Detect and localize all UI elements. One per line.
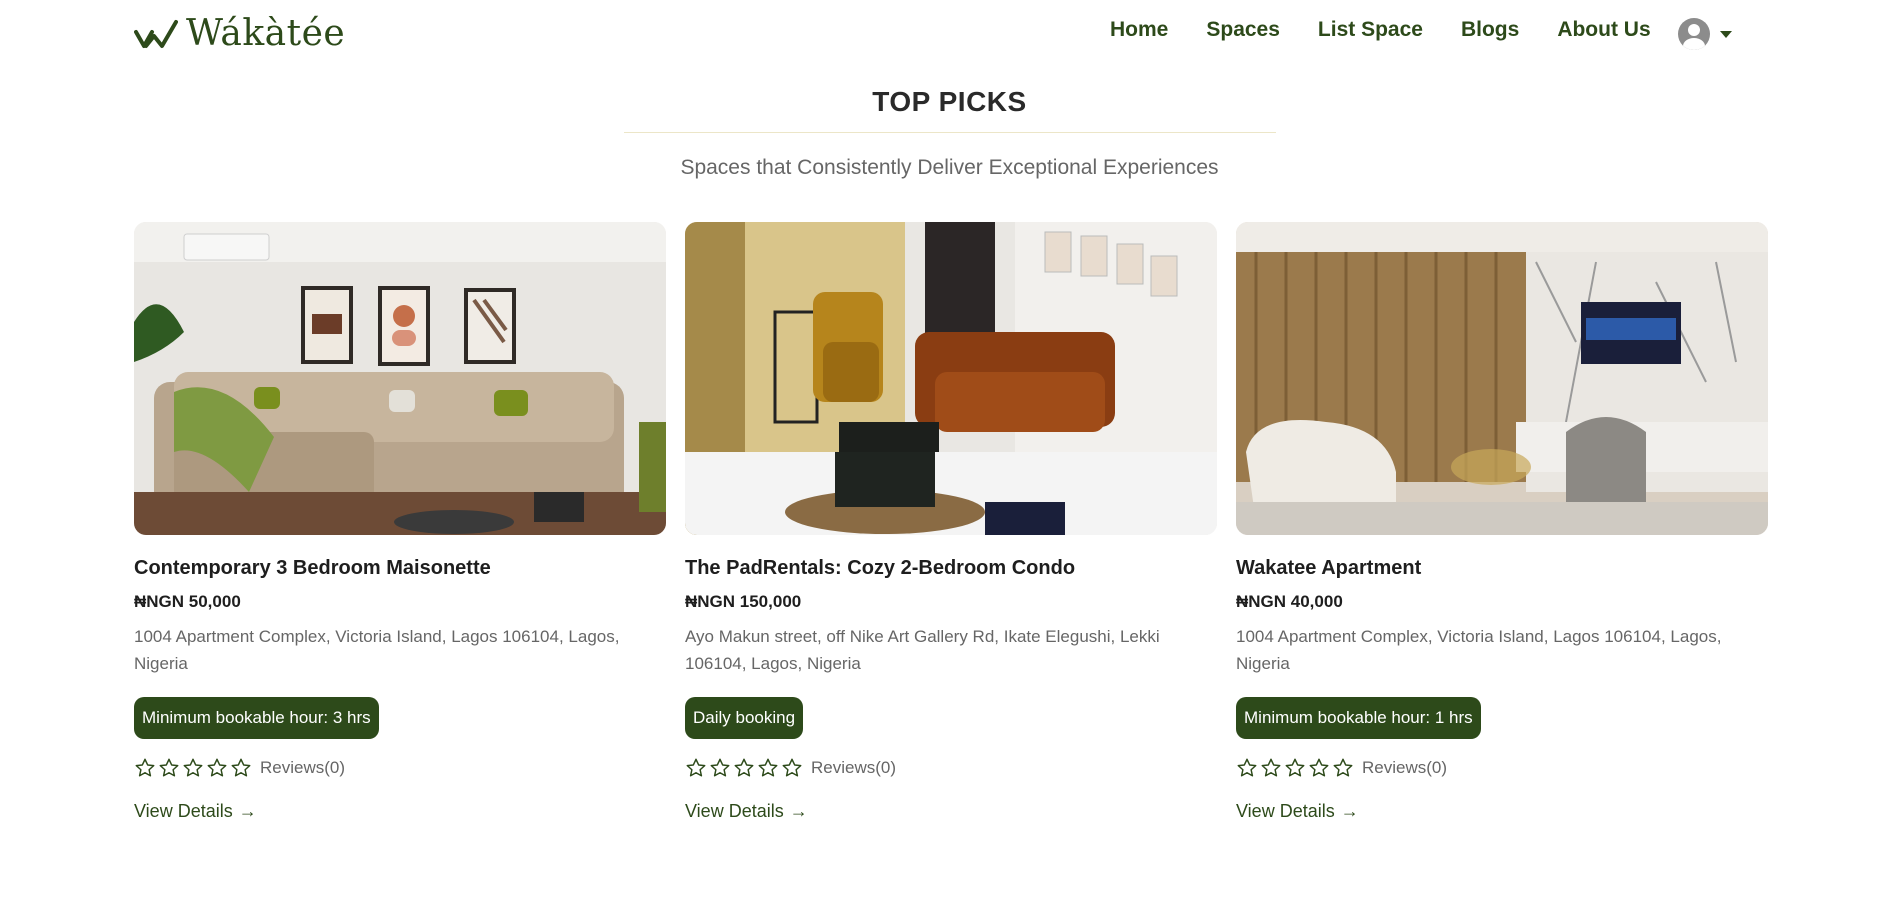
star-icon [231,758,251,777]
star-icon [159,758,179,777]
listing-photo[interactable] [134,222,666,535]
star-icon [710,758,730,777]
logo-check-icon [134,20,178,48]
view-details-link[interactable]: View Details → [134,801,666,822]
listing-title[interactable]: Wakatee Apartment [1236,555,1768,581]
section-divider [624,132,1276,133]
arrow-right-icon: → [238,801,257,821]
nav-about-us[interactable]: About Us [1557,16,1650,44]
reviews-count[interactable]: Reviews(0) [1362,758,1447,778]
listing-address: Ayo Makun street, off Nike Art Gallery R… [685,627,1160,673]
user-menu[interactable] [1678,18,1732,50]
star-icon [135,758,155,777]
brand-logo[interactable]: Wákàtée [134,14,345,54]
star-icon [734,758,754,777]
listing-address: 1004 Apartment Complex, Victoria Island,… [134,627,620,673]
listing-photo[interactable] [685,222,1217,535]
star-icon [207,758,227,777]
view-details-label: View Details [134,801,233,821]
listing-price: ₦NGN 150,000 [685,592,802,611]
view-details-link[interactable]: View Details → [685,801,1217,822]
listing-card: Contemporary 3 Bedroom Maisonette ₦NGN 5… [134,222,666,822]
chevron-down-icon[interactable] [1720,30,1732,38]
star-icon [183,758,203,777]
user-avatar-icon[interactable] [1678,18,1710,50]
section-subtitle: Spaces that Consistently Deliver Excepti… [680,156,1219,179]
arrow-right-icon: → [1340,801,1359,821]
nav-home[interactable]: Home [1110,16,1168,44]
site-header: Wákàtée Home Spaces List Space Blogs Abo… [0,0,1899,66]
rating: Reviews(0) [685,757,1217,779]
arrow-right-icon: → [789,801,808,821]
nav-spaces[interactable]: Spaces [1206,16,1280,44]
listing-card: Wakatee Apartment ₦NGN 40,000 1004 Apart… [1236,222,1768,822]
reviews-count[interactable]: Reviews(0) [260,758,345,778]
star-icon [758,758,778,777]
listing-title[interactable]: Contemporary 3 Bedroom Maisonette [134,555,666,581]
nav-list-space[interactable]: List Space [1318,16,1423,44]
star-icon [782,758,802,777]
star-icon [1309,758,1329,777]
view-details-label: View Details [685,801,784,821]
rating: Reviews(0) [134,757,666,779]
star-icon [1237,758,1257,777]
listing-address: 1004 Apartment Complex, Victoria Island,… [1236,627,1722,673]
star-icon [1333,758,1353,777]
star-icon [1285,758,1305,777]
star-icon [1261,758,1281,777]
rating: Reviews(0) [1236,757,1768,779]
brand-name: Wákàtée [186,13,346,54]
view-details-link[interactable]: View Details → [1236,801,1768,822]
listing-title[interactable]: The PadRentals: Cozy 2-Bedroom Condo [685,555,1217,581]
section-title: TOP PICKS [872,86,1027,117]
booking-badge: Daily booking [685,697,804,739]
view-details-label: View Details [1236,801,1335,821]
nav-blogs[interactable]: Blogs [1461,16,1519,44]
listing-price: ₦NGN 50,000 [134,592,241,611]
listing-card: The PadRentals: Cozy 2-Bedroom Condo ₦NG… [685,222,1217,822]
star-icon [686,758,706,777]
booking-badge: Minimum bookable hour: 1 hrs [1236,697,1481,739]
listing-price: ₦NGN 40,000 [1236,592,1343,611]
main-nav: Home Spaces List Space Blogs About Us [1110,16,1689,44]
listing-photo[interactable] [1236,222,1768,535]
listing-cards: Contemporary 3 Bedroom Maisonette ₦NGN 5… [134,222,1768,822]
booking-badge: Minimum bookable hour: 3 hrs [134,697,379,739]
reviews-count[interactable]: Reviews(0) [811,758,896,778]
